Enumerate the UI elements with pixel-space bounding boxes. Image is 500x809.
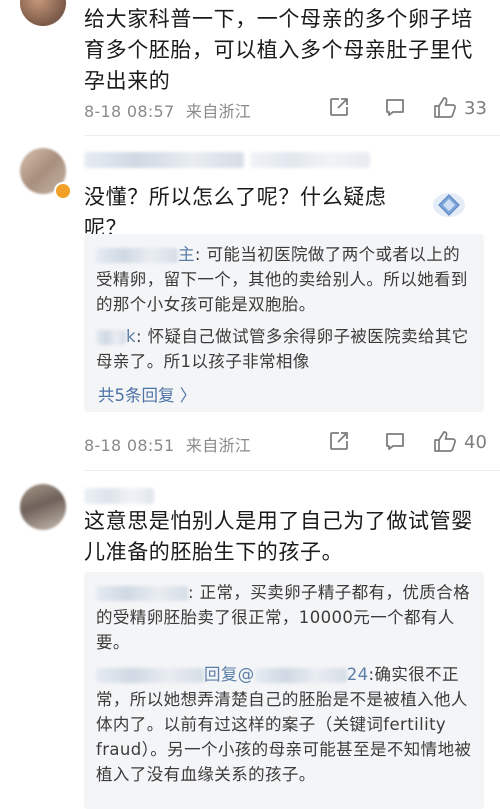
reply-username[interactable] bbox=[96, 330, 126, 345]
mention-username-tail[interactable]: 24 bbox=[347, 665, 369, 684]
like-button[interactable]: 33 bbox=[432, 94, 487, 122]
like-icon bbox=[434, 97, 456, 118]
reply-username[interactable] bbox=[96, 668, 204, 683]
like-count: 40 bbox=[464, 431, 487, 453]
share-icon bbox=[330, 98, 348, 116]
comment-icon bbox=[386, 99, 404, 116]
comment-location: 来自浙江 bbox=[185, 102, 252, 121]
reply[interactable]: 回复@ 24:确实很不正常，所以她想弄清楚自己的胚胎是不是被植入他人体内了。以前有… bbox=[96, 662, 474, 787]
comment-button[interactable] bbox=[384, 96, 408, 120]
reply-username-suffix[interactable]: k bbox=[126, 327, 136, 346]
share-button[interactable] bbox=[328, 96, 352, 120]
user-badge bbox=[250, 152, 370, 168]
avatar[interactable] bbox=[20, 484, 66, 530]
comment-text: 这意思是怕别人是用了自己为了做试管婴儿准备的胚胎生下的孩子。 bbox=[84, 509, 473, 564]
like-count: 33 bbox=[464, 97, 487, 119]
username[interactable] bbox=[84, 152, 244, 168]
reply-username[interactable] bbox=[96, 586, 188, 601]
reply-text: : 怀疑自己做试管多余得卵子被医院卖给其它母亲了。所1以孩子非常相像 bbox=[96, 327, 469, 371]
avatar[interactable] bbox=[20, 0, 66, 26]
reply-username-suffix[interactable]: 回复@ bbox=[204, 665, 255, 684]
comment-button[interactable] bbox=[384, 430, 408, 454]
reply[interactable]: : 正常，买卖卵子精子都有，优质合格的受精卵胚胎卖了很正常，10000元一个都有… bbox=[96, 580, 474, 655]
comment-time: 8-18 08:51 bbox=[84, 436, 175, 455]
divider bbox=[84, 135, 500, 136]
avatar-badge bbox=[54, 182, 72, 200]
more-replies-link[interactable]: 共5条回复 〉 bbox=[98, 382, 196, 406]
username[interactable] bbox=[84, 488, 154, 504]
mention-username[interactable] bbox=[254, 668, 347, 683]
comment-time: 8-18 08:57 bbox=[84, 102, 175, 121]
share-button[interactable] bbox=[328, 430, 352, 454]
share-icon bbox=[330, 432, 348, 450]
like-icon bbox=[434, 431, 456, 452]
reply[interactable]: 主: 可能当初医院做了两个或者以上的受精卵，留下一个，其他的卖给别人。所以她看到… bbox=[96, 242, 476, 317]
comment-icon bbox=[386, 433, 404, 450]
comment-location: 来自浙江 bbox=[185, 436, 252, 455]
reply-username[interactable] bbox=[96, 248, 178, 263]
reply[interactable]: k: 怀疑自己做试管多余得卵子被医院卖给其它母亲了。所1以孩子非常相像 bbox=[96, 324, 476, 374]
reply-username-suffix[interactable]: 主 bbox=[178, 245, 195, 264]
comment-text: 给大家科普一下，一个母亲的多个卵子培育多个胚胎，可以植入多个母亲肚子里代孕出来的 bbox=[84, 7, 473, 93]
divider bbox=[84, 470, 500, 471]
vip-diamond-icon bbox=[432, 190, 466, 220]
comment-meta: 8-18 08:51 来自浙江 bbox=[84, 432, 251, 456]
like-button[interactable]: 40 bbox=[432, 428, 487, 456]
comment-meta: 8-18 08:57 来自浙江 bbox=[84, 98, 251, 122]
